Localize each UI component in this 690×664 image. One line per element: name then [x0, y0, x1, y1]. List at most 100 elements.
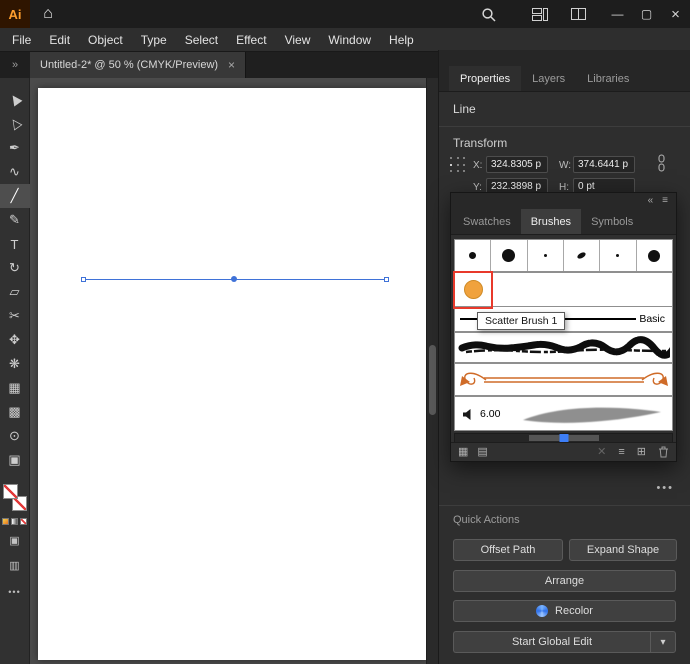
menu-type[interactable]: Type: [132, 28, 176, 51]
arrange-documents-button[interactable]: [563, 0, 593, 28]
draw-mode-button[interactable]: ▣: [0, 530, 30, 550]
vertical-scrollbar-thumb[interactable]: [429, 345, 436, 415]
artboard-tool[interactable]: ▣: [0, 448, 30, 472]
tab-properties[interactable]: Properties: [449, 66, 522, 91]
scrollbar-grip[interactable]: [559, 434, 568, 442]
menu-view[interactable]: View: [276, 28, 320, 51]
blend-tool[interactable]: ❋: [0, 352, 30, 376]
none-button[interactable]: [20, 518, 27, 525]
pattern-brush-arrows[interactable]: [454, 363, 673, 396]
start-global-edit-button[interactable]: Start Global Edit: [453, 631, 650, 653]
tab-symbols[interactable]: Symbols: [581, 209, 643, 234]
remove-brush-stroke-icon[interactable]: ✕: [597, 446, 606, 458]
document-tab-close-icon[interactable]: ×: [228, 58, 235, 72]
menu-object[interactable]: Object: [79, 28, 132, 51]
zoom-tool[interactable]: ⊙: [0, 424, 30, 448]
transform-section-title: Transform: [453, 136, 508, 150]
line-segment-tool[interactable]: ╱: [0, 184, 30, 208]
artboard[interactable]: [38, 88, 426, 660]
selection-tool[interactable]: ▶: [0, 88, 30, 112]
panel-top-strip: [439, 50, 690, 66]
search-button[interactable]: [473, 0, 503, 28]
maximize-button[interactable]: ▢: [632, 0, 661, 28]
shape-builder-tool[interactable]: ▩: [0, 400, 30, 424]
brush-10pt-round[interactable]: [491, 240, 528, 271]
brush-5pt-round[interactable]: [455, 240, 492, 271]
section-divider: [439, 126, 690, 127]
constrain-proportions-button[interactable]: [656, 154, 667, 177]
offset-path-button[interactable]: Offset Path: [453, 539, 563, 561]
recolor-button[interactable]: Recolor: [453, 600, 676, 622]
rotate-tool[interactable]: ↻: [0, 256, 30, 280]
delete-brush-icon[interactable]: [658, 446, 669, 458]
canvas-pasteboard[interactable]: [30, 78, 426, 664]
home-button[interactable]: ⌂: [30, 0, 66, 28]
eraser-tool[interactable]: ▱: [0, 280, 30, 304]
menubar: File Edit Object Type Select Effect View…: [0, 28, 690, 52]
collapse-to-icons-icon[interactable]: «: [648, 196, 654, 206]
illustrator-window: Ai ⌂ — ▢ × File Edit Object Type Select …: [0, 0, 690, 664]
gradient-button[interactable]: [11, 518, 18, 525]
tools-panel: ▶ ▷ ✒ ∿ ╱ ✎ T ↻ ▱ ✂ ✥ ❋ ▦ ▩ ⊙ ▣ ▣ ▥ •••: [0, 78, 30, 664]
menu-file[interactable]: File: [3, 28, 40, 51]
brush-1pt-round[interactable]: [528, 240, 564, 271]
gray-brush-stroke: [523, 407, 661, 423]
fill-stroke-indicator[interactable]: [2, 484, 27, 511]
panel-menu-icon[interactable]: ≡: [662, 196, 668, 206]
new-brush-icon[interactable]: ⊞: [637, 446, 646, 458]
hand-tool-icon: ✥: [9, 332, 20, 347]
type-tool[interactable]: T: [0, 232, 30, 256]
line-anchor-left[interactable]: [81, 277, 86, 282]
brush-dot-thumbnail: [502, 249, 516, 262]
screen-mode-button[interactable]: ▥: [0, 555, 30, 575]
tab-brushes[interactable]: Brushes: [520, 209, 582, 234]
menu-effect[interactable]: Effect: [227, 28, 275, 51]
selection-type-label: Line: [453, 102, 476, 116]
mesh-tool[interactable]: ▦: [0, 376, 30, 400]
menu-help[interactable]: Help: [380, 28, 423, 51]
curvature-tool[interactable]: ∿: [0, 160, 30, 184]
scissors-tool-icon: ✂: [9, 308, 20, 323]
hand-tool[interactable]: ✥: [0, 328, 30, 352]
libraries-panel-icon[interactable]: ▤: [477, 446, 487, 458]
tab-libraries[interactable]: Libraries: [576, 66, 640, 91]
paintbrush-tool[interactable]: ✎: [0, 208, 30, 232]
vertical-scrollbar[interactable]: [426, 78, 438, 664]
reference-point-locator[interactable]: [450, 157, 467, 174]
w-input[interactable]: [573, 156, 635, 173]
x-input[interactable]: [486, 156, 548, 173]
arrange-button[interactable]: Arrange: [453, 570, 676, 592]
calligraphic-size-label: 6.00: [480, 408, 501, 420]
brush-2pt-round[interactable]: [600, 240, 637, 271]
tab-layers[interactable]: Layers: [521, 66, 576, 91]
menu-edit[interactable]: Edit: [40, 28, 79, 51]
collapse-panels-button[interactable]: »: [0, 52, 30, 78]
calligraphic-brush-6pt[interactable]: 6.00: [454, 396, 673, 431]
menu-window[interactable]: Window: [319, 28, 380, 51]
brush-3pt-oval[interactable]: [564, 240, 601, 271]
minimize-button[interactable]: —: [603, 0, 632, 28]
line-midpoint-anchor[interactable]: [231, 276, 237, 282]
fill-swatch[interactable]: [2, 484, 18, 499]
scissors-tool[interactable]: ✂: [0, 304, 30, 328]
more-options-icon: •••: [656, 482, 674, 494]
transform-more-options-button[interactable]: •••: [656, 482, 674, 494]
brush-8pt-round[interactable]: [637, 240, 672, 271]
line-anchor-right[interactable]: [384, 277, 389, 282]
menu-select[interactable]: Select: [176, 28, 227, 51]
pen-tool[interactable]: ✒: [0, 136, 30, 160]
start-global-edit-dropdown[interactable]: ▾: [650, 631, 676, 653]
document-tab[interactable]: Untitled-2* @ 50 % (CMYK/Preview) ×: [30, 52, 246, 78]
color-button[interactable]: [2, 518, 9, 525]
expand-shape-button[interactable]: Expand Shape: [569, 539, 677, 561]
art-brush-charcoal[interactable]: [454, 332, 673, 363]
direct-selection-tool[interactable]: ▷: [0, 112, 30, 136]
brush-libraries-menu-icon[interactable]: ▦: [458, 446, 468, 458]
footer-right-icons: ✕ ≡ ⊞: [597, 446, 669, 458]
tab-swatches[interactable]: Swatches: [453, 209, 521, 234]
workspace-switcher-button[interactable]: [525, 0, 555, 28]
workspace-switcher-icon: [532, 7, 548, 21]
edit-toolbar-button[interactable]: •••: [8, 587, 20, 597]
brush-options-icon[interactable]: ≡: [618, 446, 624, 458]
close-button[interactable]: ×: [661, 0, 690, 28]
